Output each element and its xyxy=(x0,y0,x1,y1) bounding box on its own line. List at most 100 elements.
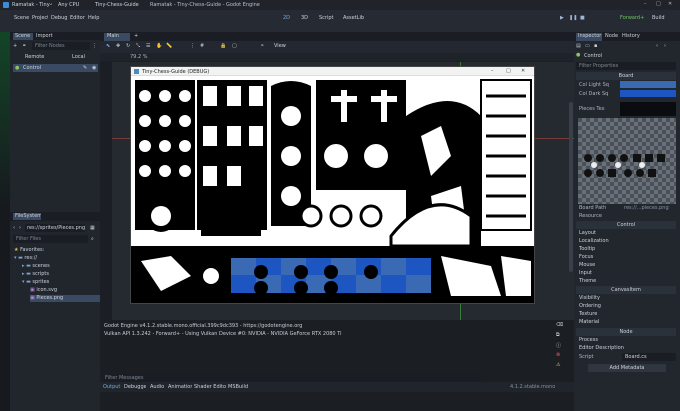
forward-icon[interactable]: › xyxy=(19,225,21,231)
history-back-icon[interactable]: ‹ xyxy=(656,43,658,49)
move-tool-icon[interactable]: ✥ xyxy=(116,43,120,49)
grid-snap-icon[interactable]: # xyxy=(200,43,204,49)
search-icon[interactable]: ⌕ xyxy=(91,236,94,242)
inspected-node[interactable]: ● Control xyxy=(576,52,676,60)
skeleton-icon[interactable]: ⚭ xyxy=(260,43,264,49)
script-field[interactable]: Board.cs xyxy=(622,353,676,361)
warning-icon[interactable]: ⚠ xyxy=(556,362,560,368)
open-icon[interactable]: ▭ xyxy=(585,43,590,49)
snap-icon[interactable]: ⋮ xyxy=(190,43,195,49)
stop-icon[interactable]: ■ xyxy=(580,15,585,21)
filesystem-path[interactable]: res://sprites/Pieces.png xyxy=(25,224,85,232)
renderer-select[interactable]: Forward+ xyxy=(620,15,646,21)
remote-button[interactable]: Remote xyxy=(25,54,47,60)
copy-icon[interactable]: ⧉ xyxy=(556,332,560,338)
scene-tab-main[interactable]: Main xyxy=(104,33,130,41)
tab-node[interactable]: Node xyxy=(605,33,619,39)
tab-shader-editor[interactable]: Shader Editor xyxy=(194,384,226,390)
view-menu[interactable]: View xyxy=(274,43,290,49)
minimize-icon[interactable]: – xyxy=(644,1,647,7)
minimize-icon[interactable]: – xyxy=(491,68,494,74)
menu-dots-icon[interactable]: ⋮ xyxy=(92,43,98,49)
chess-sprite-canvas[interactable] xyxy=(131,76,534,303)
tab-output[interactable]: Output xyxy=(103,384,121,390)
tab-msbuild[interactable]: MSBuild xyxy=(228,384,250,390)
prop-focus[interactable]: Focus xyxy=(579,254,669,260)
tab-audio[interactable]: Audio xyxy=(150,384,166,390)
tab-animation[interactable]: Animation xyxy=(168,384,192,390)
filter-properties-input[interactable]: Filter Properties xyxy=(576,62,676,70)
os-tab-2[interactable]: Tiny-Chess-Guide xyxy=(95,2,143,8)
pieces-tex-thumb[interactable] xyxy=(620,102,676,116)
prop-visibility[interactable]: Visibility xyxy=(579,295,669,301)
pan-tool-icon[interactable]: ✋ xyxy=(156,43,162,49)
maximize-icon[interactable]: □ xyxy=(506,68,511,74)
rotate-tool-icon[interactable]: ↻ xyxy=(126,43,130,49)
prop-tooltip[interactable]: Tooltip xyxy=(579,246,669,252)
filter-messages-input[interactable]: Filter Messages xyxy=(102,374,482,382)
link-icon[interactable]: ⚭ xyxy=(22,43,30,50)
tab-inspector[interactable]: Inspector xyxy=(576,33,602,41)
section-node[interactable]: Node xyxy=(576,328,676,336)
filter-nodes-input[interactable]: Filter Nodes xyxy=(32,42,90,50)
workspace-2d[interactable]: 2D xyxy=(283,15,297,21)
resource-label[interactable]: Resource xyxy=(579,213,619,219)
play-icon[interactable]: ▶ xyxy=(560,15,564,21)
prop-process[interactable]: Process xyxy=(579,337,669,343)
scene-root-row[interactable]: ● Control ✎ ◉ xyxy=(13,64,98,72)
group-icon[interactable]: ▢ xyxy=(232,43,237,49)
os-tab-1[interactable]: Any CPU xyxy=(58,2,82,8)
menu-project[interactable]: Project xyxy=(32,15,48,21)
info-icon[interactable]: ⓘ xyxy=(556,342,561,349)
tab-import[interactable]: Import xyxy=(36,33,56,39)
zoom-level[interactable]: 79.2 % xyxy=(130,54,160,60)
prop-localization[interactable]: Localization xyxy=(579,238,669,244)
select-tool-icon[interactable]: ⬉ xyxy=(106,43,110,49)
menu-editor[interactable]: Editor xyxy=(70,15,85,21)
prop-theme[interactable]: Theme xyxy=(579,278,669,284)
add-metadata-button[interactable]: Add Metadata xyxy=(588,364,666,372)
tree-res[interactable]: ▾ ▬ res:// xyxy=(14,255,94,261)
section-control[interactable]: Control xyxy=(576,221,676,229)
tree-scenes[interactable]: ▸ ▬ scenes xyxy=(22,263,94,269)
section-canvasitem[interactable]: CanvasItem xyxy=(576,286,676,294)
add-tab-icon[interactable]: + xyxy=(134,33,138,39)
new-resource-icon[interactable]: ▤ xyxy=(576,43,581,49)
ruler-tool-icon[interactable]: 📏 xyxy=(166,43,172,49)
col-light-swatch[interactable] xyxy=(620,81,676,88)
history-forward-icon[interactable]: › xyxy=(664,43,666,49)
tree-pieces-png[interactable]: ▣ Pieces.png xyxy=(30,295,106,302)
window-controls[interactable]: – □ ✕ xyxy=(640,1,680,9)
prop-ordering[interactable]: Ordering xyxy=(579,303,669,309)
local-button[interactable]: Local xyxy=(72,54,88,60)
maximize-icon[interactable]: □ xyxy=(656,1,661,7)
pause-icon[interactable]: ❚❚ xyxy=(569,15,577,21)
viewport-scrollbar[interactable] xyxy=(569,102,573,272)
save-icon[interactable]: ▪ xyxy=(594,43,597,49)
col-dark-swatch[interactable] xyxy=(620,90,676,97)
section-board[interactable]: Board xyxy=(576,72,676,80)
workspace-script[interactable]: Script xyxy=(319,15,339,21)
prop-input[interactable]: Input xyxy=(579,270,669,276)
workspace-assetlib[interactable]: AssetLib xyxy=(343,15,369,21)
tree-scripts[interactable]: ▸ ▬ scripts xyxy=(22,271,94,277)
add-node-icon[interactable]: + xyxy=(13,43,21,50)
scale-tool-icon[interactable]: ⤡ xyxy=(136,43,140,49)
tree-icon-svg[interactable]: ▣ icon.svg xyxy=(30,287,94,293)
menu-debug[interactable]: Debug xyxy=(51,15,67,21)
close-icon[interactable]: ✕ xyxy=(668,1,672,7)
tab-history[interactable]: History xyxy=(622,33,642,39)
visibility-icon[interactable]: ◉ xyxy=(92,65,96,71)
tree-favorites[interactable]: ★ Favorites: xyxy=(14,247,94,253)
run-controls[interactable]: ▶ ❚❚ ■ xyxy=(560,15,610,23)
prop-texture[interactable]: Texture xyxy=(579,311,669,317)
menu-help[interactable]: Help xyxy=(88,15,100,21)
close-icon[interactable]: ✕ xyxy=(521,68,525,74)
lock-icon[interactable]: 🔒 xyxy=(220,43,226,49)
error-icon[interactable]: ⊗ xyxy=(556,352,560,358)
back-icon[interactable]: ‹ xyxy=(13,225,15,231)
clear-icon[interactable]: ⌫ xyxy=(556,322,563,328)
split-icon[interactable]: ▦ xyxy=(90,225,95,231)
tab-scene[interactable]: Scene xyxy=(13,33,33,40)
build-button[interactable]: Build xyxy=(652,15,672,21)
